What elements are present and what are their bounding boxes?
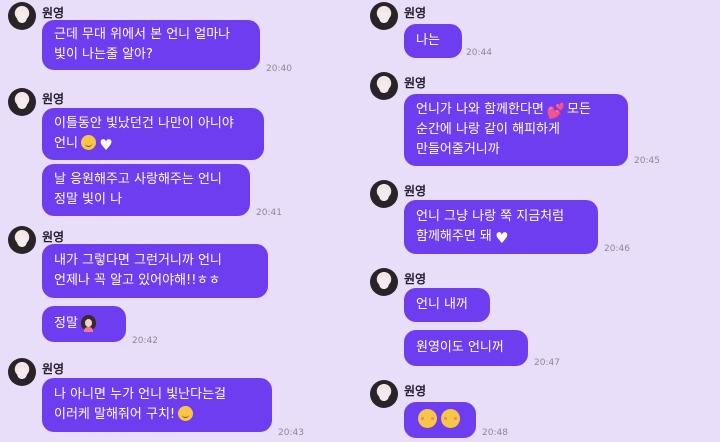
white-heart-icon: ♥ xyxy=(495,229,509,247)
avatar[interactable] xyxy=(370,2,398,30)
message-time: 20:47 xyxy=(534,358,560,368)
message-text: 이틀동안 빛났던건 나만이 아니야 xyxy=(54,116,234,131)
message-time: 20:42 xyxy=(132,336,158,346)
sender-name: 원영 xyxy=(42,230,65,244)
sender-name: 원영 xyxy=(404,384,427,398)
message-text: 이러케 말해줘어 구치! xyxy=(54,407,176,422)
message-text: 언니 내꺼 xyxy=(416,297,468,312)
message-text: 모든 xyxy=(567,102,591,117)
chat-column-left: 원영 근데 무대 위에서 본 언니 얼마나 빛이 나는줄 알아? 20:40 원… xyxy=(0,0,358,442)
message-text: 함께해주면 돼 xyxy=(416,229,492,244)
message-text: 정말 빛이 나 xyxy=(54,192,123,207)
message-bubble[interactable]: 언니 그냥 나랑 쭉 지금처럼 함께해주면 돼 ♥ xyxy=(404,200,598,254)
message-bubble[interactable]: 내가 그렇다면 그런거니까 언니 언제나 꼭 알고 있어야해!!ㅎㅎ xyxy=(42,244,268,298)
sender-name: 원영 xyxy=(404,184,427,198)
sender-name: 원영 xyxy=(42,362,65,376)
message-text: 정말 xyxy=(54,316,78,331)
message-bubble[interactable]: 이틀동안 빛났던건 나만이 아니야 언니 ♥ xyxy=(42,108,264,160)
avatar[interactable] xyxy=(370,380,398,408)
avatar[interactable] xyxy=(370,180,398,208)
avatar[interactable] xyxy=(8,226,36,254)
chat-column-right: 원영 나는 20:44 원영 언니가 나와 함께한다면 💕 모든 순간에 나랑 같… xyxy=(362,0,720,442)
avatar[interactable] xyxy=(8,88,36,116)
girl-face-icon xyxy=(80,315,96,332)
message-text: 나 아니면 누가 언니 빛난다는걸 xyxy=(54,387,227,402)
avatar[interactable] xyxy=(8,358,36,386)
message-bubble[interactable]: 언니 내꺼 xyxy=(404,288,490,322)
smiling-face-icon xyxy=(80,135,96,150)
message-bubble[interactable]: 정말 xyxy=(42,306,126,342)
message-time: 20:40 xyxy=(266,64,292,74)
message-time: 20:46 xyxy=(604,244,630,254)
message-text: 내가 그렇다면 그런거니까 언니 xyxy=(54,253,222,268)
message-text: 근데 무대 위에서 본 언니 얼마나 xyxy=(54,27,231,42)
white-heart-icon: ♥ xyxy=(99,136,113,154)
message-bubble[interactable]: 날 응원해주고 사랑해주는 언니 정말 빛이 나 xyxy=(42,164,250,216)
kissing-face-icon xyxy=(418,409,437,428)
message-text: 원영이도 언니꺼 xyxy=(416,340,504,355)
message-bubble[interactable]: 나는 xyxy=(404,24,462,58)
message-text: 빛이 나는줄 알아? xyxy=(54,47,153,62)
message-text: 나는 xyxy=(416,33,440,48)
message-time: 20:44 xyxy=(466,48,492,58)
message-bubble[interactable]: 언니가 나와 함께한다면 💕 모든 순간에 나랑 같이 해피하게 만들어줄거니까 xyxy=(404,94,628,166)
message-time: 20:43 xyxy=(278,428,304,438)
message-time: 20:45 xyxy=(634,156,660,166)
kissing-face-icon xyxy=(441,409,460,428)
message-text: 날 응원해주고 사랑해주는 언니 xyxy=(54,172,222,187)
message-bubble[interactable]: 나 아니면 누가 언니 빛난다는걸 이러케 말해줘어 구치! xyxy=(42,378,272,432)
message-bubble[interactable] xyxy=(404,402,476,438)
avatar[interactable] xyxy=(370,268,398,296)
two-hearts-icon: 💕 xyxy=(546,102,566,120)
message-text: 만들어줄거니까 xyxy=(416,142,500,157)
message-text: 언제나 꼭 알고 있어야해!!ㅎㅎ xyxy=(54,273,221,288)
sender-name: 원영 xyxy=(404,272,427,286)
message-text: 순간에 나랑 같이 해피하게 xyxy=(416,122,560,137)
sender-name: 원영 xyxy=(42,6,65,20)
message-time: 20:41 xyxy=(256,208,282,218)
sender-name: 원영 xyxy=(404,6,427,20)
avatar[interactable] xyxy=(8,2,36,30)
avatar[interactable] xyxy=(370,72,398,100)
message-time: 20:48 xyxy=(482,428,508,438)
message-text: 언니 그냥 나랑 쭉 지금처럼 xyxy=(416,209,565,224)
message-bubble[interactable]: 원영이도 언니꺼 xyxy=(404,330,528,366)
message-bubble[interactable]: 근데 무대 위에서 본 언니 얼마나 빛이 나는줄 알아? xyxy=(42,20,260,70)
message-text: 언니 xyxy=(54,136,78,151)
sender-name: 원영 xyxy=(404,76,427,90)
message-text: 언니가 나와 함께한다면 xyxy=(416,102,544,117)
blushing-face-icon xyxy=(178,406,194,421)
sender-name: 원영 xyxy=(42,92,65,106)
